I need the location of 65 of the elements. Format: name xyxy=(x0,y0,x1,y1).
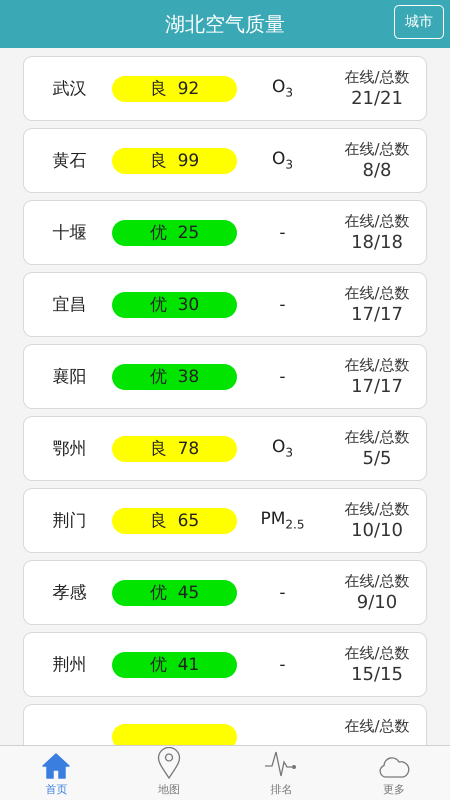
city-name: 十堰 xyxy=(52,222,86,244)
aqi-badge: 优 45 xyxy=(112,580,237,606)
pollutant: O$_{3}$ xyxy=(272,437,294,460)
pollutant: - xyxy=(279,654,286,674)
home-icon xyxy=(42,752,70,779)
city-name: 黄石 xyxy=(52,150,86,172)
tab[interactable]: 地图 xyxy=(112,746,225,800)
city-card[interactable]: 宜昌 优 30 - 在线/总数 17/17 xyxy=(23,272,427,337)
station-label: 在线/总数 xyxy=(344,284,410,303)
aqi-badge: 优 41 xyxy=(112,652,237,678)
station-label: 在线/总数 xyxy=(344,500,410,519)
station-count: 5/5 xyxy=(362,448,392,469)
pollutant: - xyxy=(279,582,286,602)
station-count: 18/18 xyxy=(351,232,403,253)
aqi-badge: 优 25 xyxy=(112,220,237,246)
station-label: 在线/总数 xyxy=(344,140,410,159)
app-title: 湖北空气质量 xyxy=(165,10,285,38)
city-card[interactable]: 荆门 良 65 PM$_{2.5}$ 在线/总数 10/10 xyxy=(23,488,427,553)
station-count: 9/10 xyxy=(356,592,398,613)
location-pin-icon xyxy=(156,747,181,779)
pollutant: O$_{3}$ xyxy=(272,77,294,100)
station-label: 在线/总数 xyxy=(344,572,410,591)
station-count: 10/10 xyxy=(351,520,403,541)
cloud-icon xyxy=(376,755,411,779)
pollutant: - xyxy=(279,222,286,242)
city-name: 宜昌 xyxy=(52,294,86,316)
city-card[interactable]: 十堰 优 25 - 在线/总数 18/18 xyxy=(23,200,427,265)
station-label: 在线/总数 xyxy=(344,644,410,663)
station-count: 15/15 xyxy=(351,664,403,685)
station-label: 在线/总数 xyxy=(344,428,410,447)
station-label: 在线/总数 xyxy=(344,68,410,87)
aqi-badge: 良 92 xyxy=(112,76,237,102)
station-label: 在线/总数 xyxy=(344,717,410,736)
tab[interactable]: 更多 xyxy=(338,746,450,800)
aqi-badge: 优 30 xyxy=(112,292,237,318)
aqi-badge: 良 65 xyxy=(112,508,237,534)
city-name: 孝感 xyxy=(52,582,86,604)
station-count: 8/8 xyxy=(362,160,392,181)
city-name: 武汉 xyxy=(52,78,86,100)
city-card[interactable]: 武汉 良 92 O$_{3}$ 在线/总数 21/21 xyxy=(23,56,427,121)
station-count: 17/17 xyxy=(351,376,403,397)
pollutant: PM$_{2.5}$ xyxy=(260,509,304,532)
city-name: 鄂州 xyxy=(52,438,86,460)
city-card[interactable]: 荆州 优 41 - 在线/总数 15/15 xyxy=(23,632,427,697)
tab[interactable]: 首页 xyxy=(0,746,112,800)
city-card[interactable]: 在线/总数 xyxy=(23,704,427,745)
aqi-badge: 良 78 xyxy=(112,436,237,462)
pollutant: - xyxy=(279,366,286,386)
city-name: 荆州 xyxy=(52,654,86,676)
city-name: 襄阳 xyxy=(52,366,86,388)
aqi-badge: 良 99 xyxy=(112,148,237,174)
station-count: 17/17 xyxy=(351,304,403,325)
city-card[interactable]: 襄阳 优 38 - 在线/总数 17/17 xyxy=(23,344,427,409)
pollutant: - xyxy=(279,294,286,314)
pulse-icon xyxy=(264,749,298,779)
station-label: 在线/总数 xyxy=(344,212,410,231)
city-name: 荆门 xyxy=(52,510,86,532)
city-card[interactable]: 鄂州 良 78 O$_{3}$ 在线/总数 5/5 xyxy=(23,416,427,481)
station-count: 21/21 xyxy=(351,88,403,109)
city-card[interactable]: 黄石 良 99 O$_{3}$ 在线/总数 8/8 xyxy=(23,128,427,193)
aqi-badge: 优 38 xyxy=(112,364,237,390)
pollutant: O$_{3}$ xyxy=(272,149,294,172)
station-label: 在线/总数 xyxy=(344,356,410,375)
tab[interactable]: 排名 xyxy=(225,746,338,800)
city-card[interactable]: 孝感 优 45 - 在线/总数 9/10 xyxy=(23,560,427,625)
